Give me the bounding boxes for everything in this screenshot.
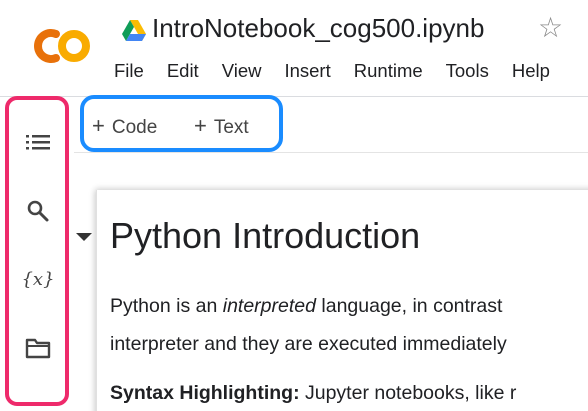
add-code-label: Code bbox=[111, 117, 158, 138]
toolbar-divider bbox=[74, 152, 588, 153]
cell-paragraph-2: interpreter and they are executed immedi… bbox=[110, 333, 507, 355]
list-icon[interactable] bbox=[20, 127, 56, 157]
folder-icon[interactable] bbox=[20, 333, 56, 363]
collapse-caret-icon[interactable] bbox=[76, 233, 92, 241]
menu-view[interactable]: View bbox=[222, 60, 262, 82]
add-text-button[interactable]: + Text bbox=[194, 113, 249, 139]
menu-runtime[interactable]: Runtime bbox=[354, 60, 423, 82]
menu-tools[interactable]: Tools bbox=[446, 60, 489, 82]
plus-icon: + bbox=[194, 113, 207, 138]
menu-insert[interactable]: Insert bbox=[284, 60, 330, 82]
colab-logo[interactable] bbox=[26, 26, 94, 66]
para1-text-b: language, in contrast bbox=[315, 295, 503, 317]
menu-bar: File Edit View Insert Runtime Tools Help bbox=[114, 60, 573, 82]
para1-text-a: Python is an bbox=[110, 295, 223, 317]
drive-icon[interactable] bbox=[122, 20, 146, 42]
menu-edit[interactable]: Edit bbox=[167, 60, 199, 82]
notebook-title[interactable]: IntroNotebook_cog500.ipynb bbox=[152, 13, 484, 44]
variables-icon[interactable]: {x} bbox=[20, 264, 56, 294]
add-text-label: Text bbox=[213, 117, 249, 138]
search-icon[interactable] bbox=[20, 196, 56, 226]
para3-bold: Syntax Highlighting: bbox=[110, 382, 300, 404]
menu-help[interactable]: Help bbox=[512, 60, 550, 82]
para3-text: Jupyter notebooks, like r bbox=[299, 382, 517, 404]
cell-heading: Python Introduction bbox=[110, 215, 421, 256]
cell-paragraph-1: Python is an interpreted language, in co… bbox=[110, 295, 502, 318]
add-code-button[interactable]: + Code bbox=[92, 113, 157, 139]
para1-emphasis: interpreted bbox=[222, 295, 316, 317]
cell-paragraph-3: Syntax Highlighting: Jupyter notebooks, … bbox=[110, 382, 516, 405]
star-icon[interactable]: ☆ bbox=[538, 14, 563, 42]
menu-file[interactable]: File bbox=[114, 60, 144, 82]
plus-icon: + bbox=[92, 113, 105, 138]
